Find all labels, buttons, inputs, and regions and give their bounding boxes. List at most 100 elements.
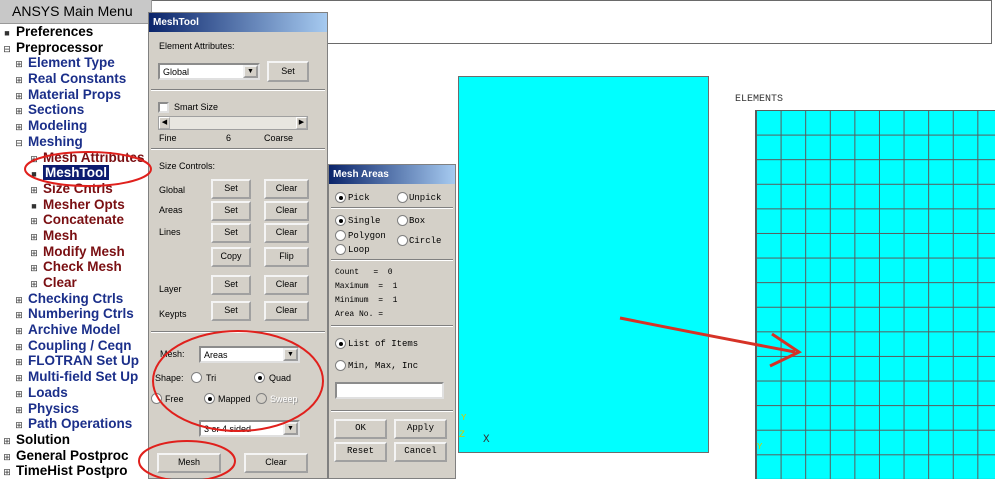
smart-size-checkbox[interactable]: [158, 102, 169, 113]
apply-button[interactable]: Apply: [394, 419, 447, 439]
menu-item-concatenate[interactable]: ⊞ Concatenate: [0, 212, 151, 228]
pick-radio[interactable]: [335, 192, 346, 203]
cancel-button[interactable]: Cancel: [394, 442, 447, 462]
keypts-clear-button[interactable]: Clear: [264, 301, 309, 321]
chevron-down-icon: ▼: [243, 65, 258, 78]
lines-copy-button[interactable]: Copy: [211, 247, 251, 267]
menu-item-coupling-ceqn[interactable]: ⊞ Coupling / Ceqn: [0, 338, 151, 354]
meshed-elements-grid[interactable]: [755, 110, 995, 479]
ok-button[interactable]: OK: [334, 419, 387, 439]
fine-label: Fine: [159, 133, 177, 143]
menu-item-element-type[interactable]: ⊞ Element Type: [0, 55, 151, 71]
areas-set-button[interactable]: Set: [211, 201, 251, 221]
quad-radio[interactable]: [254, 372, 265, 383]
lines-size-label: Lines: [159, 227, 181, 237]
global-set-button[interactable]: Set: [211, 179, 251, 199]
mapped-label: Mapped: [218, 394, 251, 404]
menu-item-modify-mesh[interactable]: ⊞ Modify Mesh: [0, 244, 151, 260]
mesh-areas-title: Mesh Areas: [329, 165, 455, 184]
menu-item-solution[interactable]: ⊞ Solution: [0, 432, 151, 448]
lines-clear-button[interactable]: Clear: [264, 223, 309, 243]
menu-item-label: General Postproc: [16, 447, 129, 463]
menu-item-label: Solution: [16, 431, 70, 447]
slider-value: 6: [226, 133, 232, 143]
menu-item-multi-field-set-up[interactable]: ⊞ Multi-field Set Up: [0, 369, 151, 385]
menu-item-label: Real Constants: [28, 71, 127, 87]
ansys-main-menu: ANSYS Main Menu ■ Preferences ⊟ Preprocesso…: [0, 0, 152, 479]
free-radio[interactable]: [151, 393, 162, 404]
divider: [331, 207, 453, 209]
keypts-set-button[interactable]: Set: [211, 301, 251, 321]
global-clear-button[interactable]: Clear: [264, 179, 309, 199]
menu-item-general-postproc[interactable]: ⊞ General Postproc: [0, 448, 151, 464]
menu-item-sections[interactable]: ⊞ Sections: [0, 102, 151, 118]
slider-left-arrow-icon[interactable]: ◀: [159, 117, 170, 129]
layer-clear-button[interactable]: Clear: [264, 275, 309, 295]
menu-item-flotran-set-up[interactable]: ⊞ FLOTRAN Set Up: [0, 353, 151, 369]
circle-label: Circle: [409, 236, 442, 246]
pick-label: Pick: [348, 193, 370, 203]
plus-box-icon: ⊞: [3, 467, 11, 478]
menu-item-label: Loads: [28, 384, 68, 400]
mapped-radio[interactable]: [204, 393, 215, 404]
menu-item-numbering-ctrls[interactable]: ⊞ Numbering Ctrls: [0, 306, 151, 322]
menu-item-modeling[interactable]: ⊞ Modeling: [0, 118, 151, 134]
smart-size-label: Smart Size: [174, 102, 219, 112]
menu-item-label: Path Operations: [28, 416, 133, 432]
menu-item-meshtool[interactable]: ■ MeshTool: [0, 165, 151, 181]
menu-item-label: Checking Ctrls: [28, 290, 124, 306]
loop-radio[interactable]: [335, 244, 346, 255]
menu-item-path-operations[interactable]: ⊞ Path Operations: [0, 416, 151, 432]
menu-item-physics[interactable]: ⊞ Physics: [0, 401, 151, 417]
item-entry-field[interactable]: [335, 382, 444, 399]
sided-select[interactable]: 3 or 4 sided ▼: [199, 420, 300, 437]
elements-plot-title: ELEMENTS: [735, 94, 784, 105]
tri-radio[interactable]: [191, 372, 202, 383]
menu-item-label: Multi-field Set Up: [28, 369, 139, 385]
menu-item-mesh[interactable]: ⊞ Mesh: [0, 228, 151, 244]
menu-item-check-mesh[interactable]: ⊞ Check Mesh: [0, 259, 151, 275]
menu-item-mesher-opts[interactable]: ■ Mesher Opts: [0, 197, 151, 213]
menu-item-preferences[interactable]: ■ Preferences: [0, 24, 151, 40]
min-max-inc-radio[interactable]: [335, 360, 346, 371]
lines-flip-button[interactable]: Flip: [264, 247, 309, 267]
menu-item-mesh-attributes[interactable]: ⊞ Mesh Attributes: [0, 150, 151, 166]
menu-item-timehist-postpro[interactable]: ⊞ TimeHist Postpro: [0, 463, 151, 479]
sweep-label: Sweep: [270, 394, 298, 404]
unpick-radio[interactable]: [397, 192, 408, 203]
menu-item-clear[interactable]: ⊞ Clear: [0, 275, 151, 291]
single-radio[interactable]: [335, 215, 346, 226]
mesh-type-select[interactable]: Areas ▼: [199, 346, 300, 363]
minus-box-icon: ⊟: [3, 43, 11, 54]
circle-radio[interactable]: [397, 235, 408, 246]
lines-set-button[interactable]: Set: [211, 223, 251, 243]
menu-item-size-cntrls[interactable]: ⊞ Size Cntrls: [0, 181, 151, 197]
single-label: Single: [348, 216, 381, 226]
menu-item-label: Size Cntrls: [43, 180, 113, 196]
list-of-items-radio[interactable]: [335, 338, 346, 349]
areas-clear-button[interactable]: Clear: [264, 201, 309, 221]
menu-item-checking-ctrls[interactable]: ⊞ Checking Ctrls: [0, 291, 151, 307]
menu-item-real-constants[interactable]: ⊞ Real Constants: [0, 71, 151, 87]
menu-item-preprocessor[interactable]: ⊟ Preprocessor: [0, 40, 151, 56]
layer-set-button[interactable]: Set: [211, 275, 251, 295]
menu-item-archive-model[interactable]: ⊞ Archive Model: [0, 322, 151, 338]
menu-item-label: MeshTool: [43, 165, 109, 181]
count-readout: Count = 0: [335, 268, 393, 277]
smart-size-slider[interactable]: ◀ ▶: [158, 116, 308, 130]
polygon-radio[interactable]: [335, 230, 346, 241]
menu-item-label: Concatenate: [43, 212, 125, 228]
mesh-button[interactable]: Mesh: [157, 453, 221, 473]
slider-right-arrow-icon[interactable]: ▶: [296, 117, 307, 129]
menu-item-material-props[interactable]: ⊞ Material Props: [0, 87, 151, 103]
reset-button[interactable]: Reset: [334, 442, 387, 462]
box-label: Box: [409, 216, 426, 226]
menu-item-meshing[interactable]: ⊟ Meshing: [0, 134, 151, 150]
menu-item-loads[interactable]: ⊞ Loads: [0, 385, 151, 401]
element-attributes-select[interactable]: Global ▼: [158, 63, 260, 80]
menu-item-label: Sections: [28, 102, 85, 118]
clear-mesh-button[interactable]: Clear: [244, 453, 308, 473]
box-radio[interactable]: [397, 215, 408, 226]
unmeshed-area-view[interactable]: [458, 76, 709, 453]
attributes-set-button[interactable]: Set: [267, 61, 309, 82]
